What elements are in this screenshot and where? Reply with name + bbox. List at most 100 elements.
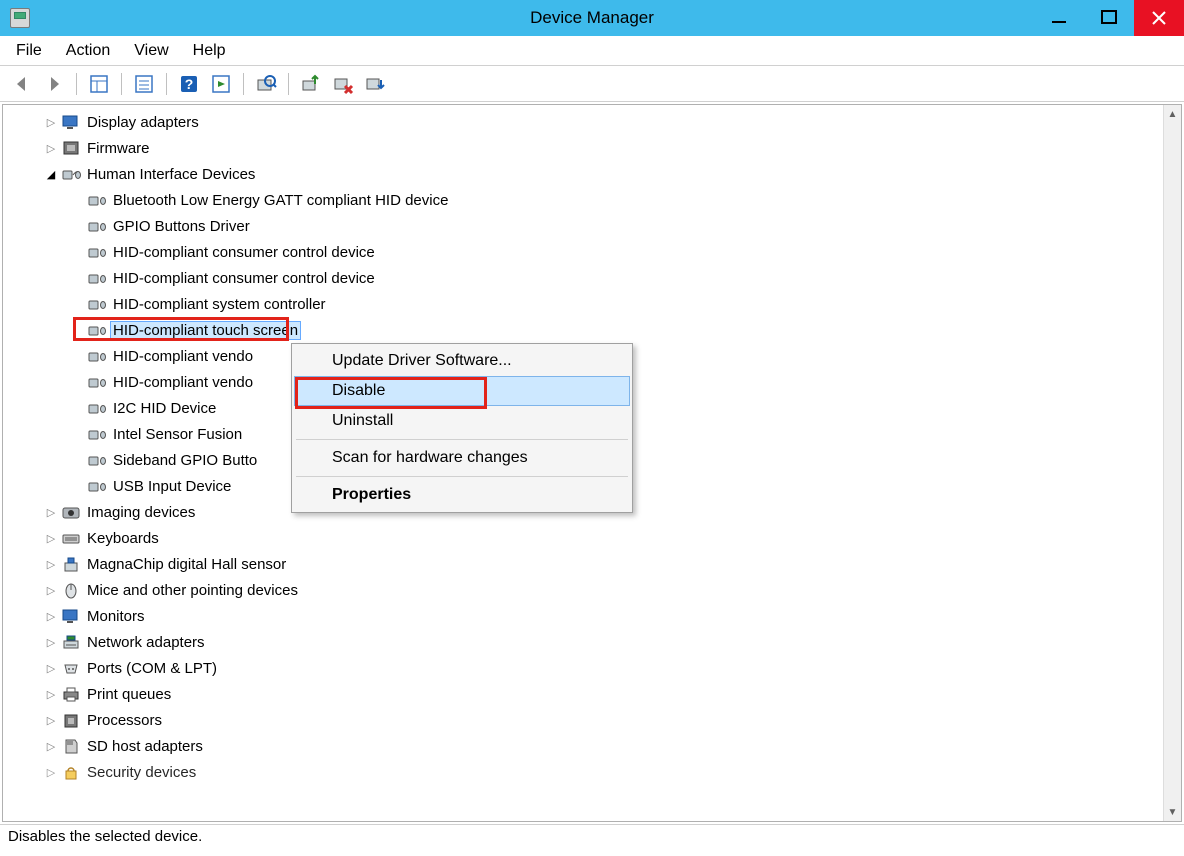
tree-label: Mice and other pointing devices	[87, 582, 298, 599]
hid-device-icon	[87, 321, 107, 339]
tree-label: Keyboards	[87, 530, 159, 547]
keyboard-icon	[61, 529, 81, 547]
ctx-update-driver[interactable]: Update Driver Software...	[294, 346, 630, 376]
expander-icon[interactable]: ▷	[43, 766, 59, 779]
tree-label: USB Input Device	[113, 478, 231, 495]
tree-category-network[interactable]: ▷ Network adapters	[15, 629, 1163, 655]
forward-button[interactable]	[40, 70, 68, 98]
sensor-icon	[61, 555, 81, 573]
tree-item-hid-consumer-2[interactable]: HID-compliant consumer control device	[15, 265, 1163, 291]
tree-label: Human Interface Devices	[87, 166, 255, 183]
tree-item-ble-hid[interactable]: Bluetooth Low Energy GATT compliant HID …	[15, 187, 1163, 213]
svg-text:?: ?	[185, 76, 194, 92]
properties-button[interactable]	[130, 70, 158, 98]
mouse-icon	[61, 581, 81, 599]
tree-label: HID-compliant consumer control device	[113, 244, 375, 261]
tree-label: Monitors	[87, 608, 145, 625]
tree-category-sd-host[interactable]: ▷ SD host adapters	[15, 733, 1163, 759]
toolbar-separator	[76, 73, 77, 95]
ctx-separator	[296, 439, 628, 440]
ctx-uninstall[interactable]: Uninstall	[294, 406, 630, 436]
maximize-button[interactable]	[1084, 0, 1134, 36]
tree-label: Ports (COM & LPT)	[87, 660, 217, 677]
toolbar-separator	[288, 73, 289, 95]
minimize-button[interactable]	[1034, 0, 1084, 36]
hid-device-icon	[87, 425, 107, 443]
tree-item-hid-touch-screen[interactable]: HID-compliant touch screen	[15, 317, 1163, 343]
expander-icon[interactable]: ◢	[43, 168, 59, 181]
expander-icon[interactable]: ▷	[43, 636, 59, 649]
expander-icon[interactable]: ▷	[43, 506, 59, 519]
tree-label: Security devices	[87, 764, 196, 781]
tree-category-monitors[interactable]: ▷ Monitors	[15, 603, 1163, 629]
expander-icon[interactable]: ▷	[43, 116, 59, 129]
expander-icon[interactable]: ▷	[43, 662, 59, 675]
expander-icon[interactable]: ▷	[43, 532, 59, 545]
ctx-disable[interactable]: Disable	[294, 376, 630, 406]
ports-icon	[61, 659, 81, 677]
expander-icon[interactable]: ▷	[43, 610, 59, 623]
status-text: Disables the selected device.	[8, 828, 202, 845]
show-hide-tree-button[interactable]	[85, 70, 113, 98]
tree-label: HID-compliant vendo	[113, 374, 253, 391]
tree-category-firmware[interactable]: ▷ Firmware	[15, 135, 1163, 161]
firmware-icon	[61, 139, 81, 157]
back-button[interactable]	[8, 70, 36, 98]
tree-category-security[interactable]: ▷ Security devices	[15, 759, 1163, 785]
tree-item-hid-system-controller[interactable]: HID-compliant system controller	[15, 291, 1163, 317]
hid-device-icon	[87, 477, 107, 495]
expander-icon[interactable]: ▷	[43, 688, 59, 701]
scroll-down-icon[interactable]: ▼	[1164, 803, 1181, 821]
tree-label: Firmware	[87, 140, 150, 157]
tree-category-mice[interactable]: ▷ Mice and other pointing devices	[15, 577, 1163, 603]
menu-help[interactable]: Help	[183, 38, 240, 64]
action-button[interactable]	[207, 70, 235, 98]
scan-hardware-button[interactable]	[252, 70, 280, 98]
disable-button[interactable]	[361, 70, 389, 98]
expander-icon[interactable]: ▷	[43, 714, 59, 727]
update-driver-button[interactable]	[297, 70, 325, 98]
tree-category-magnachip[interactable]: ▷ MagnaChip digital Hall sensor	[15, 551, 1163, 577]
expander-icon[interactable]: ▷	[43, 740, 59, 753]
hid-device-icon	[87, 451, 107, 469]
tree-label: HID-compliant system controller	[113, 296, 326, 313]
uninstall-button[interactable]	[329, 70, 357, 98]
window-title: Device Manager	[0, 8, 1184, 28]
tree-label: MagnaChip digital Hall sensor	[87, 556, 286, 573]
tree-label: Intel Sensor Fusion	[113, 426, 242, 443]
menu-bar: File Action View Help	[0, 36, 1184, 66]
tree-label: Network adapters	[87, 634, 205, 651]
tree-item-hid-consumer-1[interactable]: HID-compliant consumer control device	[15, 239, 1163, 265]
toolbar-separator	[243, 73, 244, 95]
processor-icon	[61, 711, 81, 729]
ctx-scan[interactable]: Scan for hardware changes	[294, 443, 630, 473]
tree-category-display-adapters[interactable]: ▷ Display adapters	[15, 109, 1163, 135]
ctx-separator	[296, 476, 628, 477]
menu-action[interactable]: Action	[56, 38, 124, 64]
window-buttons	[1034, 0, 1184, 36]
ctx-properties[interactable]: Properties	[294, 480, 630, 510]
expander-icon[interactable]: ▷	[43, 584, 59, 597]
tree-category-processors[interactable]: ▷ Processors	[15, 707, 1163, 733]
content-area: ▷ Display adapters ▷ Firmware ◢ Human In…	[2, 104, 1182, 822]
display-adapter-icon	[61, 113, 81, 131]
tree-item-gpio-buttons[interactable]: GPIO Buttons Driver	[15, 213, 1163, 239]
hid-device-icon	[87, 217, 107, 235]
tree-label: Processors	[87, 712, 162, 729]
tree-category-hid[interactable]: ◢ Human Interface Devices	[15, 161, 1163, 187]
expander-icon[interactable]: ▷	[43, 558, 59, 571]
tree-label: SD host adapters	[87, 738, 203, 755]
scroll-up-icon[interactable]: ▲	[1164, 105, 1181, 123]
expander-icon[interactable]: ▷	[43, 142, 59, 155]
tree-label: Print queues	[87, 686, 171, 703]
menu-file[interactable]: File	[6, 38, 56, 64]
menu-view[interactable]: View	[124, 38, 182, 64]
tree-category-keyboards[interactable]: ▷ Keyboards	[15, 525, 1163, 551]
tree-category-print-queues[interactable]: ▷ Print queues	[15, 681, 1163, 707]
help-button[interactable]: ?	[175, 70, 203, 98]
vertical-scrollbar[interactable]: ▲ ▼	[1163, 105, 1181, 821]
close-button[interactable]	[1134, 0, 1184, 36]
monitor-icon	[61, 607, 81, 625]
tree-category-ports[interactable]: ▷ Ports (COM & LPT)	[15, 655, 1163, 681]
device-tree[interactable]: ▷ Display adapters ▷ Firmware ◢ Human In…	[3, 105, 1163, 821]
